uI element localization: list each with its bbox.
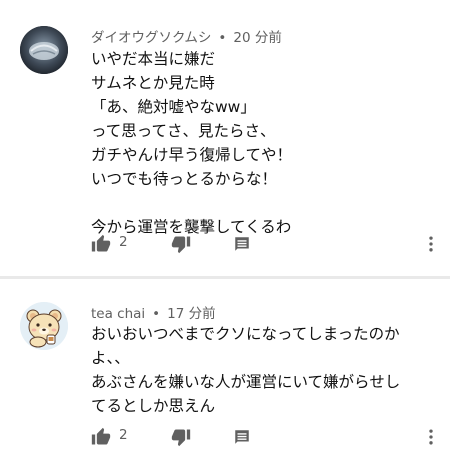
thumbs-up-icon	[91, 234, 111, 252]
comment-line: いつでも待っとるからな！	[91, 170, 278, 188]
more-options-button[interactable]	[421, 425, 441, 449]
separator-dot: •	[218, 30, 227, 46]
reply-button[interactable]	[233, 425, 251, 449]
comment-meta: ダイオウグソクムシ • 20 分前	[91, 26, 282, 46]
author-name[interactable]: ダイオウグソクムシ	[91, 30, 211, 46]
reply-button[interactable]	[233, 232, 251, 256]
like-count: 2	[119, 234, 128, 250]
more-vert-icon	[429, 236, 433, 252]
comment-text: おいおいつべまでクソになってしまったのか よ、、 あぶさんを嫌いな人が運営にいて…	[91, 322, 442, 418]
comment-line: って思ってさ、見たらさ、	[91, 122, 276, 140]
comment-line: おいおいつべまでクソになってしまったのか	[91, 325, 400, 343]
isopod-avatar-icon	[20, 26, 68, 74]
author-name[interactable]: tea chai	[91, 306, 145, 322]
comment: ダイオウグソクムシ • 20 分前 いやだ本当に嫌だ サムネとか見た時 「あ、絶対嘘…	[0, 0, 450, 276]
comment-meta: tea chai • 17 分前	[91, 302, 216, 322]
comment-line: いやだ本当に嫌だ	[91, 50, 216, 68]
comment-line: あぶさんを嫌いな人が運営にいて嫌がらせし	[91, 373, 401, 391]
thumbs-up-icon	[91, 427, 111, 445]
timestamp[interactable]: 20 分前	[233, 30, 281, 46]
separator-dot: •	[152, 306, 161, 322]
like-button[interactable]: 2	[91, 425, 128, 449]
comment-text: いやだ本当に嫌だ サムネとか見た時 「あ、絶対嘘やなww」 って思ってさ、見たら…	[91, 47, 442, 239]
more-options-button[interactable]	[421, 232, 441, 256]
thumbs-down-icon	[171, 429, 191, 447]
comment-line: よ、、	[91, 349, 130, 367]
dislike-button[interactable]	[171, 425, 191, 449]
dislike-button[interactable]	[171, 232, 191, 256]
more-vert-icon	[429, 429, 433, 445]
bear-avatar-icon	[20, 302, 68, 350]
reply-comment-icon	[235, 237, 249, 251]
comment-actions: 2	[91, 425, 441, 449]
comment-line: ガチやんけ早う復帰してや！	[91, 146, 293, 164]
avatar[interactable]	[20, 26, 68, 74]
timestamp[interactable]: 17 分前	[167, 306, 215, 322]
comment-line: てるとしか思えん	[91, 397, 216, 415]
comment-line	[91, 191, 442, 215]
comment-actions: 2	[91, 232, 441, 256]
reply-comment-icon	[235, 430, 249, 444]
like-count: 2	[119, 427, 128, 443]
like-button[interactable]: 2	[91, 232, 128, 256]
comment-line: 「あ、絶対嘘やなww」	[91, 98, 256, 116]
comment-line: サムネとか見た時	[91, 74, 215, 92]
avatar[interactable]	[20, 302, 68, 350]
comment: tea chai • 17 分前 おいおいつべまでクソになってしまったのか よ、、 …	[0, 279, 450, 467]
thumbs-down-icon	[171, 236, 191, 254]
